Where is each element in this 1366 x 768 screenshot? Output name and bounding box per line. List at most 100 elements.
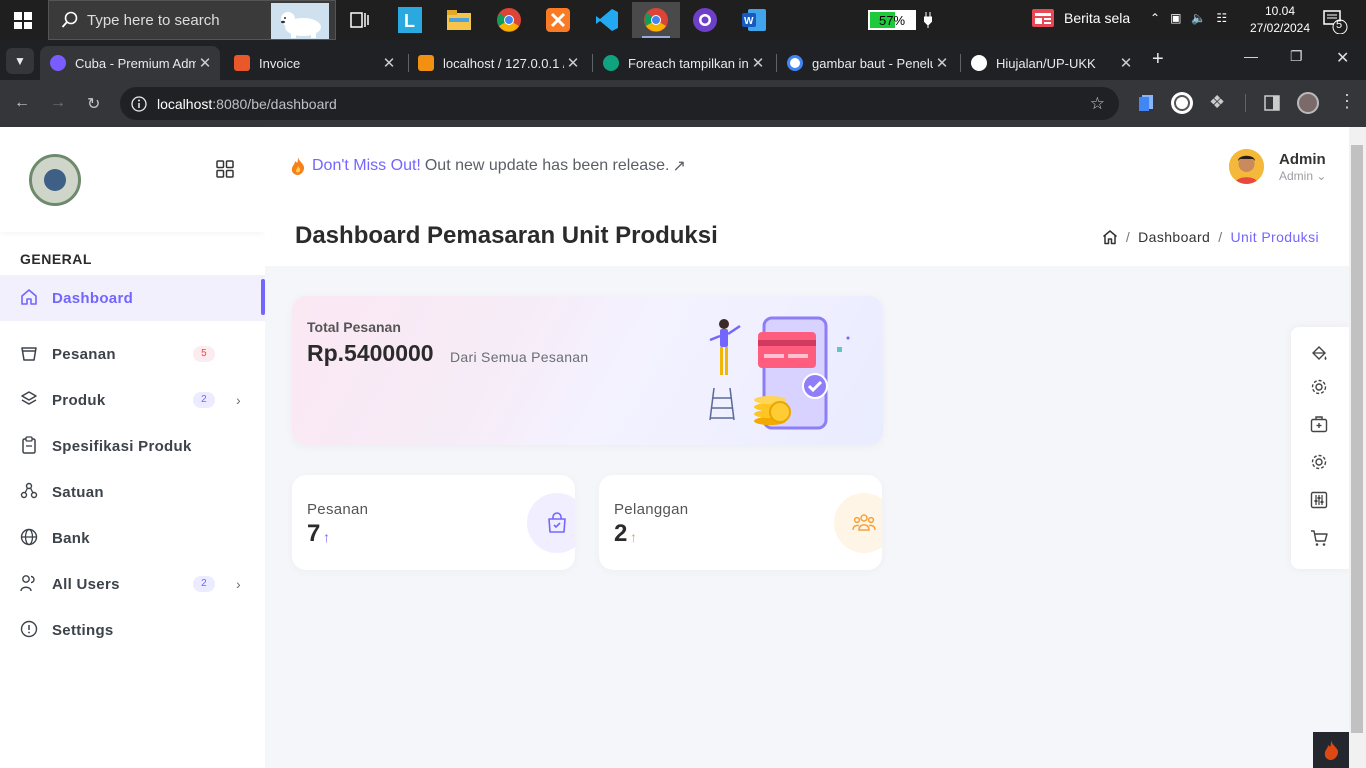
close-window-button[interactable]: ✕ [1336,48,1349,68]
gear-icon[interactable] [1310,378,1328,396]
sidebar: GENERAL Dashboard Pesanan 5 Produk 2 › S… [0,127,265,768]
sidebar-item-bank[interactable]: Bank [0,515,265,561]
clock[interactable]: 10.04 27/02/2024 [1240,3,1320,37]
close-tab-icon[interactable]: ✕ [933,54,951,72]
tab-0[interactable]: Cuba - Premium Adm ✕ [40,46,220,80]
github-desktop-icon[interactable] [681,2,729,38]
grid-toggle-icon[interactable] [216,160,234,178]
extensions-puzzle-icon[interactable]: ❖ [1209,92,1225,113]
laragon-icon[interactable]: L [386,2,434,38]
extension-doc-icon[interactable] [1139,95,1153,111]
card-value: Rp.5400000 [307,340,434,366]
breadcrumb-item[interactable]: Dashboard [1138,229,1210,245]
arrow-up-right-icon[interactable]: ↗ [672,156,685,176]
settings-icon[interactable] [1310,453,1328,471]
close-tab-icon[interactable]: ✕ [1117,54,1135,72]
arrow-up-icon: ↑ [630,529,637,545]
tab-2[interactable]: localhost / 127.0.0.1 / ✕ [408,46,588,80]
network-icon[interactable]: ▣ [1170,11,1181,25]
scrollbar-thumb[interactable] [1351,145,1363,733]
sidebar-item-dashboard[interactable]: Dashboard [0,275,265,321]
profile-avatar[interactable] [1297,92,1319,114]
page-title: Dashboard Pemasaran Unit Produksi [295,222,718,249]
task-view-icon[interactable] [336,2,384,38]
address-bar[interactable]: localhost:8080/be/dashboard ☆ [120,87,1119,120]
url-path: :8080/be/dashboard [212,95,337,112]
sidebar-item-label: Pesanan [52,345,116,363]
bag-check-icon [548,512,566,533]
count-badge: 2 [193,576,215,592]
news-widget[interactable]: Berita sela [1032,9,1130,27]
sidebar-item-produk[interactable]: Produk 2 › [0,377,265,423]
tab-favicon [50,55,66,71]
restore-button[interactable]: ❐ [1290,48,1303,65]
close-tab-icon[interactable]: ✕ [196,54,214,72]
notification-button[interactable]: 5 [1322,8,1348,34]
language-icon[interactable]: ☷ [1216,11,1227,25]
payment-illustration-icon [709,316,850,430]
sliders-icon[interactable] [1310,491,1328,509]
stat-card-pelanggan: Pelanggan 2 ↑ [599,475,882,570]
notice-highlight[interactable]: Don't Miss Out! [312,157,421,175]
paint-bucket-icon[interactable] [1310,345,1328,363]
close-tab-icon[interactable]: ✕ [749,54,767,72]
sidebar-item-spesifikasi-produk[interactable]: Spesifikasi Produk [0,423,265,469]
bookmark-star-icon[interactable]: ☆ [1090,94,1105,114]
sidebar-item-all-users[interactable]: All Users 2 › [0,561,265,607]
user-name[interactable]: Admin [1279,151,1326,168]
arrow-up-icon: ↑ [323,529,330,545]
system-tray[interactable]: ⌃ ▣ 🔈 ☷ [1150,11,1227,25]
new-tab-button[interactable]: + [1152,48,1164,71]
page-scrollbar[interactable] [1349,127,1366,768]
debug-toolbar-button[interactable] [1313,732,1349,768]
cart-icon[interactable] [1310,529,1328,547]
word-icon[interactable]: W [730,2,778,38]
file-explorer-icon[interactable] [435,2,483,38]
volume-icon[interactable]: 🔈 [1191,11,1206,25]
tab-search-button[interactable]: ▼ [6,48,34,74]
minimize-button[interactable]: — [1244,48,1258,64]
tab-favicon [234,55,250,71]
user-role: Admin [1279,169,1314,183]
user-role-dropdown[interactable]: Admin ⌄ [1279,169,1326,183]
stat-icon-circle [834,493,882,553]
tab-5[interactable]: Hiujalan/UP-UKK ✕ [961,46,1141,80]
close-tab-icon[interactable]: ✕ [380,54,398,72]
chrome-active-icon[interactable] [632,2,680,38]
tab-1[interactable]: Invoice ✕ [224,46,404,80]
home-icon[interactable] [1102,229,1118,245]
page-title-bar: Dashboard Pemasaran Unit Produksi / Dash… [265,206,1349,266]
clock-date: 27/02/2024 [1249,21,1311,35]
news-icon [1032,9,1054,27]
stat-icon-circle [527,493,575,553]
side-panel-icon[interactable] [1264,95,1280,111]
sidebar-item-label: Bank [52,529,90,547]
medkit-icon[interactable] [1310,415,1328,433]
user-avatar[interactable] [1229,149,1264,184]
vscode-icon[interactable] [583,2,631,38]
close-tab-icon[interactable]: ✕ [564,54,582,72]
tab-4[interactable]: gambar baut - Penelu ✕ [777,46,957,80]
sidebar-item-satuan[interactable]: Satuan [0,469,265,515]
chevron-up-icon[interactable]: ⌃ [1150,11,1160,25]
sidebar-item-pesanan[interactable]: Pesanan 5 [0,331,265,377]
browser-toolbar: ← → ↻ localhost:8080/be/dashboard ☆ ❖ ⋮ [0,80,1366,127]
xampp-icon[interactable] [534,2,582,38]
windows-start-icon[interactable] [14,12,32,29]
extension-circle-icon[interactable] [1170,91,1194,115]
battery-indicator: 57% [868,10,916,30]
update-notice: Don't Miss Out! Out new update has been … [290,156,686,176]
taskbar-search[interactable]: Type here to search [48,0,336,40]
school-logo[interactable] [29,154,81,206]
back-button[interactable]: ← [14,94,30,112]
tab-3[interactable]: Foreach tampilkan in ✕ [593,46,773,80]
reload-button[interactable]: ↻ [87,94,100,114]
tab-favicon [971,55,987,71]
notification-count: 5 [1336,19,1343,31]
battery-percent: 57% [878,13,906,28]
chrome-icon[interactable] [485,2,533,38]
sidebar-item-settings[interactable]: Settings [0,607,265,653]
forward-button[interactable]: → [50,94,66,112]
chrome-menu-icon[interactable]: ⋮ [1338,91,1356,112]
clock-time: 10.04 [1264,4,1296,18]
